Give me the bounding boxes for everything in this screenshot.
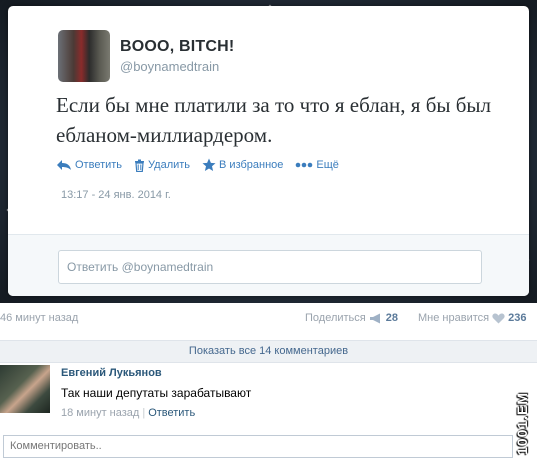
reply-area: Ответить @boynamedtrain <box>8 234 529 296</box>
share-megaphone-icon <box>369 313 380 323</box>
star-icon <box>202 158 216 171</box>
comment-meta: 18 минут назад | Ответить <box>61 407 195 419</box>
like-count: 236 <box>508 312 527 324</box>
watermark-text: 1001.EM <box>514 391 530 455</box>
tweet-display-name[interactable]: BOOO, BITCH! <box>120 38 234 56</box>
tweet-actions: Ответить Удалить В избранное Ещё <box>56 156 339 174</box>
comment-item: Евгений Лукьянов Так наши депутаты зараб… <box>0 363 537 429</box>
delete-action[interactable]: Удалить <box>134 159 190 172</box>
show-all-comments-button[interactable]: Показать все 14 комментариев <box>0 340 537 363</box>
heart-icon <box>492 313 505 323</box>
tweet-timestamp[interactable]: 13:17 - 24 янв. 2014 г. <box>61 189 171 201</box>
comment-text: Так наши депутаты зарабатывают <box>61 386 252 400</box>
delete-action-label: Удалить <box>148 159 191 171</box>
tweet-handle[interactable]: @boynamedtrain <box>120 59 219 74</box>
comment-author-name[interactable]: Евгений Лукьянов <box>61 367 162 379</box>
trash-icon <box>135 159 145 172</box>
more-dots-icon <box>296 162 313 168</box>
share-button[interactable]: Поделиться 28 <box>305 312 398 324</box>
more-action-label: Ещё <box>316 159 339 171</box>
comment-input[interactable]: Комментировать.. <box>3 435 513 458</box>
tweet-reply-input[interactable]: Ответить @boynamedtrain <box>58 250 482 284</box>
favorite-action-label: В избранное <box>219 159 284 171</box>
comment-meta-separator: | <box>142 407 146 419</box>
share-label: Поделиться <box>305 312 366 324</box>
comment-reply-link[interactable]: Ответить <box>148 407 195 419</box>
like-button[interactable]: Мне нравится 236 <box>418 312 526 324</box>
share-count: 28 <box>385 312 398 324</box>
favorite-action[interactable]: В избранное <box>202 158 283 172</box>
tweet-card: BOOO, BITCH! @boynamedtrain Если бы мне … <box>8 6 529 296</box>
post-time-ago[interactable]: 46 минут назад <box>0 312 78 324</box>
comment-author-avatar[interactable] <box>0 365 50 413</box>
reply-arrow-icon <box>57 160 71 170</box>
tweet-author-avatar[interactable] <box>58 30 110 82</box>
reply-action[interactable]: Ответить <box>56 159 122 171</box>
comment-time[interactable]: 18 минут назад <box>61 407 139 419</box>
post-meta-row: 46 минут назад Поделиться 28 Мне нравитс… <box>0 303 537 333</box>
like-label: Мне нравится <box>418 312 490 324</box>
vk-post-footer: 46 минут назад Поделиться 28 Мне нравитс… <box>0 303 537 466</box>
more-action[interactable]: Ещё <box>295 159 339 171</box>
tweet-text: Если бы мне платили за то что я еблан, я… <box>56 93 492 147</box>
reply-action-label: Ответить <box>75 159 123 171</box>
